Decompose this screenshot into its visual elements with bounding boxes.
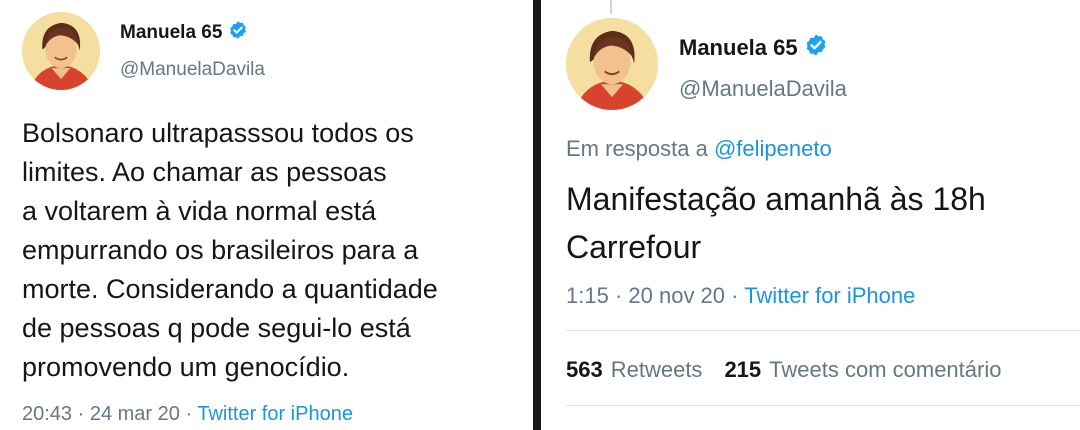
reply-prefix: Em resposta a — [566, 136, 708, 161]
separator: · — [725, 283, 745, 308]
thread-line — [610, 0, 612, 14]
author-row: Manuela 65 — [679, 33, 828, 62]
display-name[interactable]: Manuela 65 — [120, 22, 222, 44]
retweets-stat[interactable]: 563 Retweets — [566, 357, 702, 383]
separator: · — [608, 283, 629, 308]
avatar[interactable] — [566, 18, 658, 110]
reply-context: Em resposta a @felipeneto — [566, 136, 832, 162]
quote-tweets-stat[interactable]: 215 Tweets com comentário — [724, 357, 1001, 383]
tweet-meta: 1:15 · 20 nov 20 · Twitter for iPhone — [566, 283, 915, 309]
retweets-count: 563 — [566, 357, 603, 382]
author-row: Manuela 65 — [120, 20, 248, 45]
tweet-card-left: Manuela 65 @ManuelaDavila Bolsonaro ultr… — [0, 0, 533, 430]
divider — [566, 405, 1080, 406]
tweet-text-line: a voltarem à vida normal está — [22, 196, 377, 226]
author-handle[interactable]: @ManuelaDavila — [120, 59, 265, 81]
verified-badge-icon — [228, 20, 248, 45]
reply-mention-link[interactable]: @felipeneto — [714, 136, 832, 161]
tweet-text: Bolsonaro ultrapasssou todos os limites.… — [22, 114, 438, 387]
tweet-source-link[interactable]: Twitter for iPhone — [197, 403, 353, 425]
divider — [566, 330, 1080, 331]
tweet-text-line: Manifestação amanhã às 18h — [566, 181, 986, 217]
avatar[interactable] — [22, 12, 100, 90]
tweet-text-line: morte. Considerando a quantidade — [22, 274, 438, 304]
separator: · — [72, 403, 90, 425]
tweet-text-line: Carrefour — [566, 229, 702, 265]
tweet-time[interactable]: 20:43 — [22, 403, 72, 425]
display-name[interactable]: Manuela 65 — [679, 35, 798, 61]
tweet-time[interactable]: 1:15 — [566, 283, 609, 308]
verified-badge-icon — [804, 33, 828, 62]
tweet-source-link[interactable]: Twitter for iPhone — [744, 283, 915, 308]
quote-tweets-count: 215 — [724, 357, 762, 382]
tweet-date[interactable]: 20 nov 20 — [628, 283, 725, 308]
author-handle[interactable]: @ManuelaDavila — [679, 76, 847, 102]
profile-avatar-icon — [566, 18, 658, 110]
tweet-text-line: de pessoas q pode segui-lo está — [22, 313, 411, 343]
quote-tweets-label: Tweets com comentário — [769, 357, 1002, 382]
tweet-date[interactable]: 24 mar 20 — [90, 403, 180, 425]
engagement-stats: 563 Retweets 215 Tweets com comentário — [566, 357, 1023, 383]
profile-avatar-icon — [22, 12, 100, 90]
tweet-text-line: Bolsonaro ultrapasssou todos os — [22, 118, 414, 148]
tweet-text-line: limites. Ao chamar as pessoas — [22, 157, 387, 187]
tweet-text-line: empurrando os brasileiros para a — [22, 235, 419, 265]
tweet-meta: 20:43 · 24 mar 20 · Twitter for iPhone — [22, 403, 353, 426]
retweets-label: Retweets — [610, 357, 703, 382]
tweet-text: Manifestação amanhã às 18h Carrefour — [566, 175, 986, 271]
tweet-card-right: Manuela 65 @ManuelaDavila Em resposta a … — [541, 0, 1080, 430]
tweet-text-line: promovendo um genocídio. — [22, 352, 350, 382]
separator: · — [179, 403, 198, 425]
